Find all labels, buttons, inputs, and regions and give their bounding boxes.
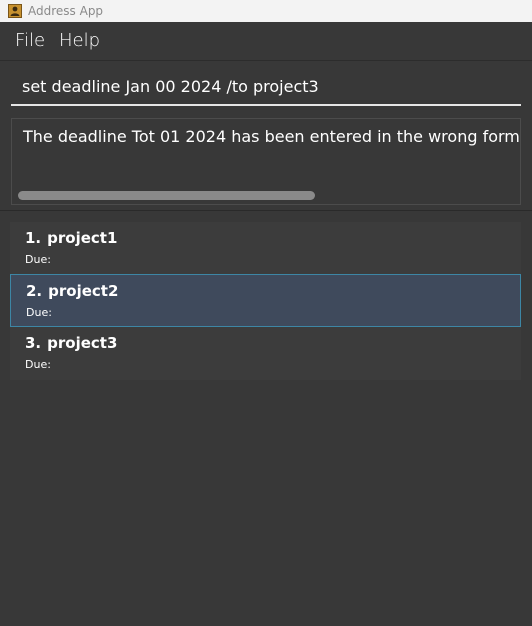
project-due-label: Due: xyxy=(26,306,52,319)
result-message: The deadline Tot 01 2024 has been entere… xyxy=(23,127,521,146)
project-title: 1. project1 xyxy=(25,229,117,247)
app-window: File Help set deadline Jan 00 2024 /to p… xyxy=(0,22,532,626)
menu-bar: File Help xyxy=(0,22,532,61)
project-due-label: Due: xyxy=(25,358,51,371)
project-list-item-2[interactable]: 2. project2 Due: xyxy=(10,274,521,327)
menu-help[interactable]: Help xyxy=(59,30,100,51)
project-list-item-1[interactable]: 1. project1 Due: xyxy=(10,222,521,275)
command-input-text: set deadline Jan 00 2024 /to project3 xyxy=(22,76,319,96)
window-title: Address App xyxy=(28,4,104,18)
project-list-item-3[interactable]: 3. project3 Due: xyxy=(10,327,521,380)
project-index: 2. xyxy=(26,282,43,300)
project-title: 2. project2 xyxy=(26,282,118,300)
result-display[interactable]: The deadline Tot 01 2024 has been entere… xyxy=(11,118,521,205)
command-input[interactable]: set deadline Jan 00 2024 /to project3 xyxy=(11,68,521,106)
project-due-label: Due: xyxy=(25,253,51,266)
project-index: 3. xyxy=(25,334,42,352)
title-bar: Address App xyxy=(0,0,532,22)
project-list: 1. project1 Due: 2. project2 Due: 3. projec… xyxy=(10,222,521,380)
address-book-icon xyxy=(8,4,22,18)
project-name: project2 xyxy=(48,282,119,300)
project-name: project1 xyxy=(47,229,118,247)
project-name: project3 xyxy=(47,334,118,352)
panel-divider xyxy=(0,210,532,211)
result-horizontal-scrollbar[interactable] xyxy=(18,191,315,200)
project-title: 3. project3 xyxy=(25,334,117,352)
project-index: 1. xyxy=(25,229,42,247)
menu-file[interactable]: File xyxy=(15,30,45,51)
